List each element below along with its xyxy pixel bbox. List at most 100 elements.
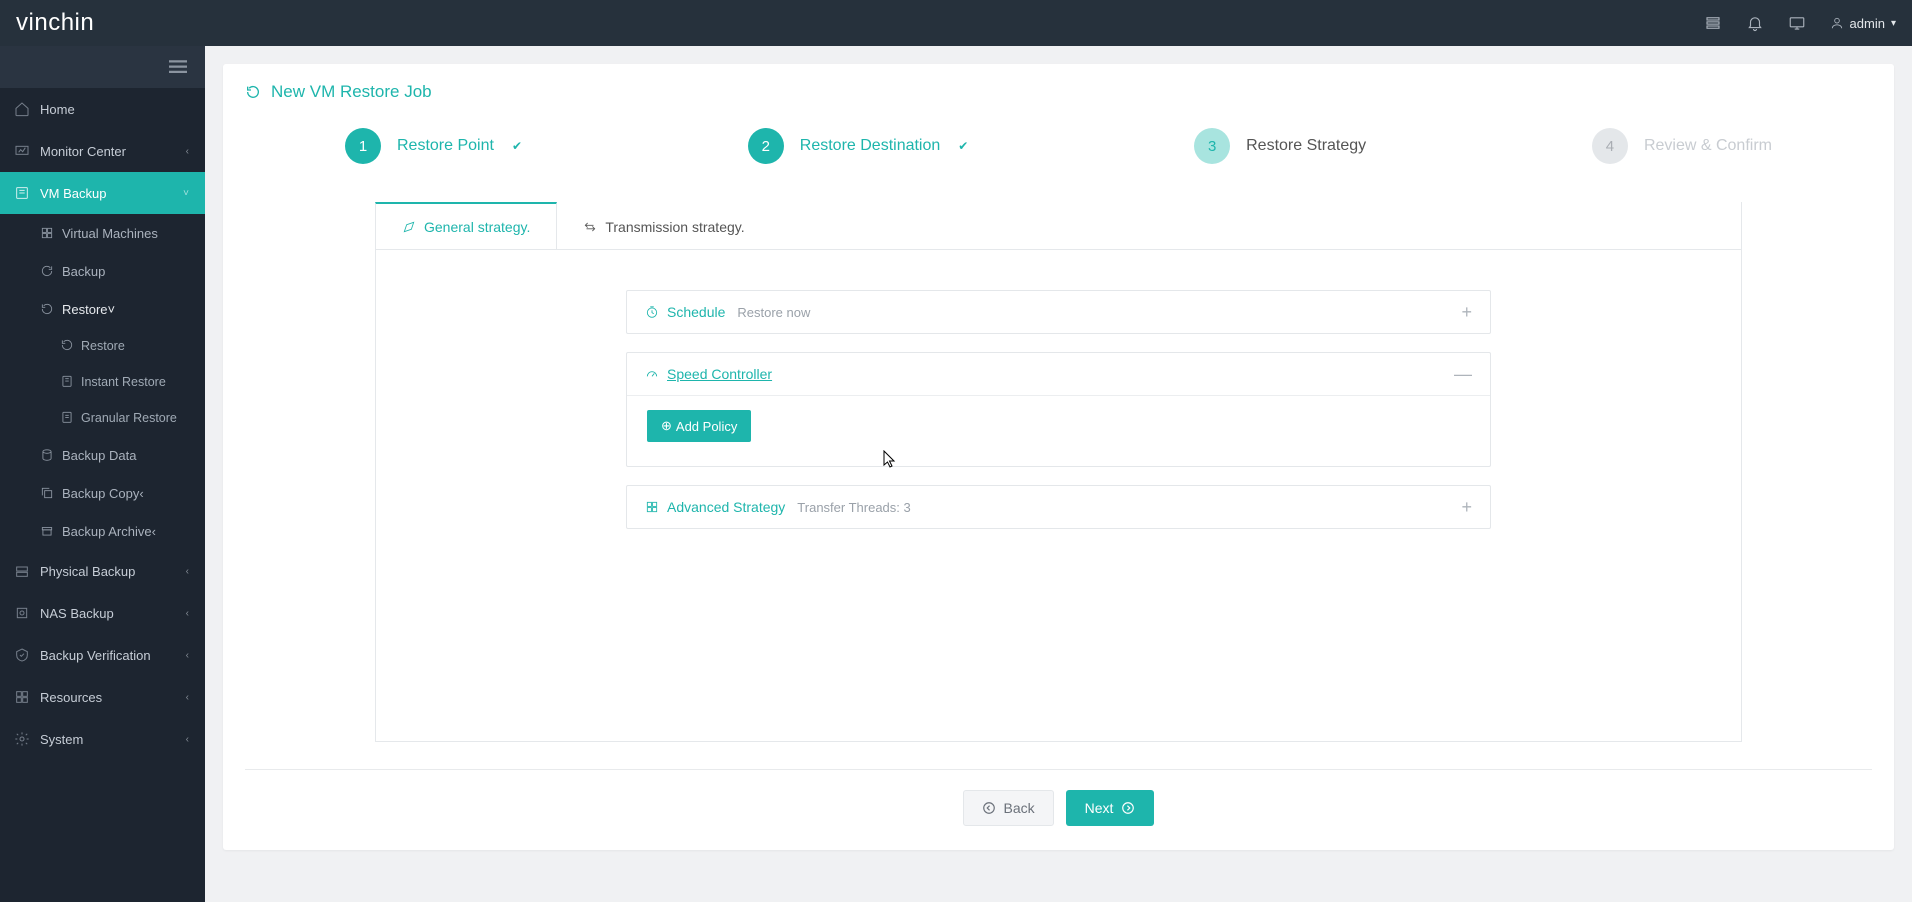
refresh-icon [40,264,54,278]
nav-vms[interactable]: Virtual Machines [0,214,205,252]
chevron-left-icon: ‹ [152,524,156,539]
vm-icon [14,185,30,201]
grid4-icon [645,500,659,514]
section-speed-header[interactable]: Speed Controller — [627,353,1490,395]
user-menu[interactable]: admin ▾ [1830,16,1896,31]
back-label: Back [1004,800,1035,816]
monitor-icon[interactable] [1788,14,1806,32]
section-advanced-header[interactable]: Advanced Strategy Transfer Threads: 3 + [627,486,1490,528]
nav-monitor[interactable]: Monitor Center‹ [0,130,205,172]
speed-title: Speed Controller [667,366,772,382]
section-schedule: Schedule Restore now + [626,290,1491,334]
restore-icon [40,302,54,316]
nav-verification-label: Backup Verification [40,648,151,663]
sidebar: Home Monitor Center‹ VM Backup ˅ Virtual … [0,46,205,902]
step-1-label: Restore Point [397,137,494,155]
plus-circle-icon: ⊕ [661,418,672,434]
nav-backup-copy[interactable]: Backup Copy‹ [0,474,205,512]
nas-icon [14,605,30,621]
home-icon [14,101,30,117]
step-4: 4Review & Confirm [1592,128,1772,164]
footer-buttons: Back Next [245,769,1872,826]
plus-icon: + [1461,497,1472,518]
instant-icon [60,374,73,391]
nav-granular-label: Granular Restore [81,411,177,425]
check-icon: ✔ [958,139,968,153]
chevron-left-icon: ‹ [186,146,189,157]
nav-granular-restore[interactable]: Granular Restore [0,400,205,436]
nav-restore-sub[interactable]: Restore [0,328,205,364]
restore-title-icon [245,84,261,100]
nav-home-label: Home [40,102,75,117]
list-icon[interactable] [1704,14,1722,32]
minus-icon: — [1454,364,1472,385]
monitor-nav-icon [14,143,30,159]
archive-icon [40,524,54,538]
nav-system-label: System [40,732,83,747]
nav-nas-label: NAS Backup [40,606,114,621]
step-2-label: Restore Destination [800,137,941,155]
page-title: New VM Restore Job [271,82,432,102]
section-schedule-header[interactable]: Schedule Restore now + [627,291,1490,333]
tab-general-label: General strategy. [424,219,530,235]
nav-physical-label: Physical Backup [40,564,135,579]
step-1[interactable]: 1Restore Point✔ [345,128,522,164]
restore-sub-icon [60,338,73,355]
nav-backup-data-label: Backup Data [62,448,136,463]
chevron-left-icon: ‹ [186,692,189,703]
schedule-subtitle: Restore now [737,305,810,320]
back-button[interactable]: Back [963,790,1054,826]
nav-backup-archive[interactable]: Backup Archive‹ [0,512,205,550]
copy-icon [40,486,54,500]
section-advanced: Advanced Strategy Transfer Threads: 3 + [626,485,1491,529]
wizard-card: New VM Restore Job 1Restore Point✔ 2Rest… [223,64,1894,850]
gauge-icon [645,367,659,381]
step-3-label: Restore Strategy [1246,137,1366,155]
page-title-row: New VM Restore Job [245,82,1872,102]
chevron-left-icon: ‹ [186,734,189,745]
panel-body: Schedule Restore now + Speed Controller … [376,250,1741,567]
nav-resources[interactable]: Resources ‹ [0,676,205,718]
nav-vmbackup[interactable]: VM Backup ˅ [0,172,205,214]
tab-transmission[interactable]: Transmission strategy. [557,202,770,249]
schedule-title: Schedule [667,304,725,320]
chevron-left-icon: ‹ [186,650,189,661]
nav-vmbackup-label: VM Backup [40,186,106,201]
chevron-down-icon: ˅ [108,302,116,317]
menu-toggle[interactable] [0,46,205,88]
section-speed-body: ⊕ Add Policy [627,395,1490,466]
add-policy-button[interactable]: ⊕ Add Policy [647,410,751,442]
main-content: New VM Restore Job 1Restore Point✔ 2Rest… [205,46,1912,902]
bell-icon[interactable] [1746,14,1764,32]
step-2[interactable]: 2Restore Destination✔ [748,128,969,164]
add-policy-label: Add Policy [676,419,737,434]
nav-verification[interactable]: Backup Verification ‹ [0,634,205,676]
next-button[interactable]: Next [1066,790,1155,826]
nav-restore[interactable]: Restore˅ [0,290,205,328]
tabs: General strategy. Transmission strategy. [376,202,1741,250]
verify-icon [14,647,30,663]
nav-instant-label: Instant Restore [81,375,166,389]
nav-nas[interactable]: NAS Backup‹ [0,592,205,634]
granular-icon [60,410,73,427]
step-4-label: Review & Confirm [1644,137,1772,155]
nav-vms-label: Virtual Machines [62,226,158,241]
nav-system[interactable]: System ‹ [0,718,205,760]
chevron-down-icon: ˅ [183,188,189,199]
next-label: Next [1085,800,1114,816]
nav-resources-label: Resources [40,690,102,705]
nav-home[interactable]: Home [0,88,205,130]
nav-backup[interactable]: Backup [0,252,205,290]
tab-general[interactable]: General strategy. [375,202,557,249]
nav-backup-data[interactable]: Backup Data [0,436,205,474]
username-label: admin [1850,16,1885,31]
nav-physical[interactable]: Physical Backup‹ [0,550,205,592]
nav-restore-label: Restore [62,302,108,317]
physical-icon [14,563,30,579]
nav-instant-restore[interactable]: Instant Restore [0,364,205,400]
grid-icon [40,226,54,240]
section-speed: Speed Controller — ⊕ Add Policy [626,352,1491,467]
clock-icon [645,305,659,319]
plus-icon: + [1461,302,1472,323]
strategy-panel: General strategy. Transmission strategy.… [375,202,1742,742]
